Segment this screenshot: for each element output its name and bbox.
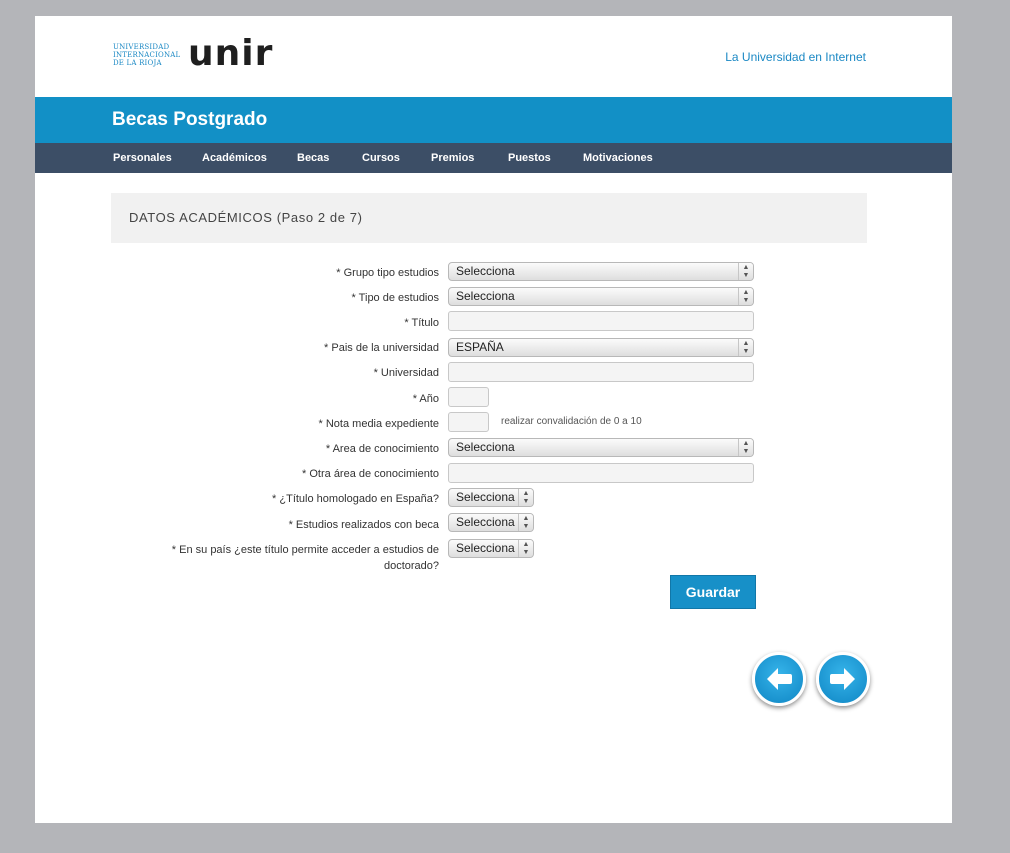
titulo-input[interactable] xyxy=(448,311,754,331)
unir-logo: unir xyxy=(188,33,274,74)
area-label: * Area de conocimiento xyxy=(325,443,439,455)
nav-item-cursos[interactable]: Cursos xyxy=(362,152,400,164)
homologado-label: * ¿Título homologado en España? xyxy=(272,493,439,505)
page-container: UNIVERSIDAD INTERNACIONAL DE LA RIOJA un… xyxy=(35,16,952,823)
con-beca-select[interactable]: Selecciona ▲ ▼ xyxy=(448,513,534,532)
nota-label: * Nota media expediente xyxy=(318,418,439,430)
nav-item-premios[interactable]: Premios xyxy=(431,152,474,164)
select-arrows-icon: ▲ ▼ xyxy=(738,439,753,456)
select-arrows-icon: ▲ ▼ xyxy=(518,540,533,557)
main-nav: Personales Académicos Becas Cursos Premi… xyxy=(35,143,952,173)
homologado-select[interactable]: Selecciona ▲ ▼ xyxy=(448,488,534,507)
area-select[interactable]: Selecciona ▲ ▼ xyxy=(448,438,754,457)
nav-item-motivaciones[interactable]: Motivaciones xyxy=(583,152,653,164)
con-beca-label: * Estudios realizados con beca xyxy=(288,519,439,531)
arrow-left-icon xyxy=(767,668,792,690)
next-step-button[interactable] xyxy=(816,652,870,706)
grupo-tipo-label: * Grupo tipo estudios xyxy=(336,267,439,279)
select-arrows-icon: ▲ ▼ xyxy=(738,263,753,280)
titulo-label: * Título xyxy=(404,317,439,329)
tipo-estudios-select[interactable]: Selecciona ▲ ▼ xyxy=(448,287,754,306)
nav-item-academicos[interactable]: Académicos xyxy=(202,152,267,164)
site-header: UNIVERSIDAD INTERNACIONAL DE LA RIOJA un… xyxy=(35,16,952,97)
select-arrows-icon: ▲ ▼ xyxy=(518,514,533,531)
universidad-input[interactable] xyxy=(448,362,754,382)
pais-label: * Pais de la universidad xyxy=(324,342,439,354)
nav-item-becas[interactable]: Becas xyxy=(297,152,329,164)
title-bar: Becas Postgrado xyxy=(35,97,952,143)
prev-step-button[interactable] xyxy=(752,652,806,706)
nota-hint: realizar convalidación de 0 a 10 xyxy=(501,416,642,427)
tagline: La Universidad en Internet xyxy=(725,50,866,64)
otra-area-input[interactable] xyxy=(448,463,754,483)
anio-input[interactable] xyxy=(448,387,489,407)
pais-select[interactable]: ESPAÑA ▲ ▼ xyxy=(448,338,754,357)
universidad-label: * Universidad xyxy=(373,367,439,379)
nav-item-puestos[interactable]: Puestos xyxy=(508,152,551,164)
otra-area-label: * Otra área de conocimiento xyxy=(302,468,439,480)
select-arrows-icon: ▲ ▼ xyxy=(738,339,753,356)
nota-input[interactable] xyxy=(448,412,489,432)
doctorado-select[interactable]: Selecciona ▲ ▼ xyxy=(448,539,534,558)
university-name-logo: UNIVERSIDAD INTERNACIONAL DE LA RIOJA xyxy=(113,43,181,67)
tipo-estudios-label: * Tipo de estudios xyxy=(351,292,439,304)
section-heading-box: DATOS ACADÉMICOS (Paso 2 de 7) xyxy=(111,193,867,243)
select-arrows-icon: ▲ ▼ xyxy=(518,489,533,506)
save-button[interactable]: Guardar xyxy=(670,575,756,609)
select-arrows-icon: ▲ ▼ xyxy=(738,288,753,305)
arrow-right-icon xyxy=(830,668,855,690)
doctorado-label: * En su país ¿este título permite accede… xyxy=(171,544,439,572)
grupo-tipo-select[interactable]: Selecciona ▲ ▼ xyxy=(448,262,754,281)
section-heading: DATOS ACADÉMICOS (Paso 2 de 7) xyxy=(129,210,363,225)
nav-item-personales[interactable]: Personales xyxy=(113,152,172,164)
anio-label: * Año xyxy=(412,393,439,405)
page-title: Becas Postgrado xyxy=(112,109,268,130)
